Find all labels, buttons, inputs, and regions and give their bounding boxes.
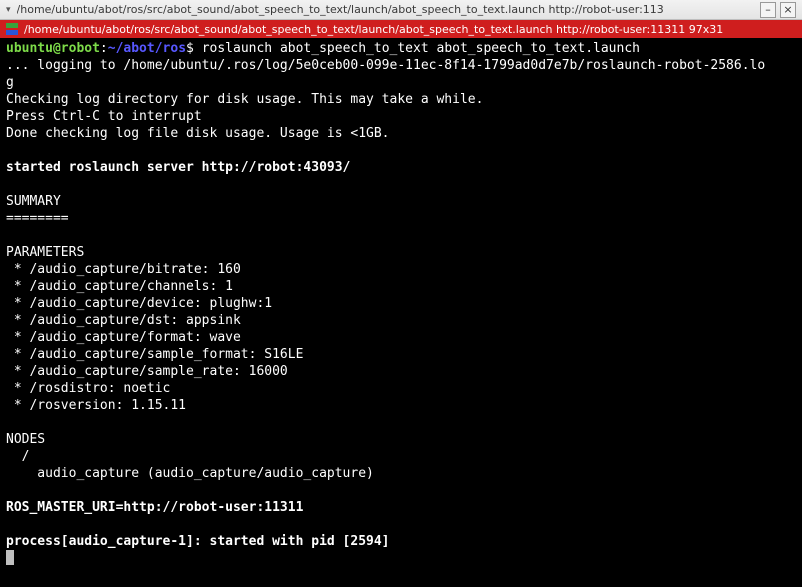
window-titlebar[interactable]: ▾ /home/ubuntu/abot/ros/src/abot_sound/a…	[0, 0, 802, 20]
window-title: /home/ubuntu/abot/ros/src/abot_sound/abo…	[17, 3, 756, 16]
param-line: * /audio_capture/sample_rate: 16000	[6, 364, 288, 379]
close-button[interactable]: ×	[780, 2, 796, 18]
nodes-header: NODES	[6, 432, 45, 447]
prompt-user: ubuntu@robot	[6, 41, 100, 56]
param-line: * /audio_capture/bitrate: 160	[6, 262, 241, 277]
param-line: * /audio_capture/dst: appsink	[6, 313, 241, 328]
param-line: * /rosdistro: noetic	[6, 381, 170, 396]
terminal-tab-icon	[6, 23, 18, 35]
nodes-entry: audio_capture (audio_capture/audio_captu…	[6, 466, 374, 481]
prompt-symbol: $	[186, 41, 194, 56]
output-line: Done checking log file disk usage. Usage…	[6, 126, 390, 141]
param-line: * /audio_capture/format: wave	[6, 330, 241, 345]
param-line: * /rosversion: 1.15.11	[6, 398, 186, 413]
command-text: roslaunch abot_speech_to_text abot_speec…	[202, 41, 640, 56]
output-line: g	[6, 75, 14, 90]
output-line: Checking log directory for disk usage. T…	[6, 92, 483, 107]
param-line: * /audio_capture/device: plughw:1	[6, 296, 272, 311]
tab-title: /home/ubuntu/abot/ros/src/abot_sound/abo…	[24, 23, 796, 36]
summary-header: SUMMARY	[6, 194, 61, 209]
cursor-icon	[6, 550, 14, 565]
process-line: process[audio_capture-1]: started with p…	[6, 534, 390, 549]
tab-titlebar[interactable]: /home/ubuntu/abot/ros/src/abot_sound/abo…	[0, 20, 802, 38]
minimize-button[interactable]: –	[760, 2, 776, 18]
terminal[interactable]: ubuntu@robot:~/abot/ros$ roslaunch abot_…	[0, 38, 802, 587]
window-menu-icon[interactable]: ▾	[6, 5, 11, 15]
parameters-header: PARAMETERS	[6, 245, 84, 260]
summary-rule: ========	[6, 211, 69, 226]
prompt-cwd: ~/abot/ros	[108, 41, 186, 56]
param-line: * /audio_capture/sample_format: S16LE	[6, 347, 303, 362]
nodes-slash: /	[6, 449, 29, 464]
prompt-sep: :	[100, 41, 108, 56]
ros-master-uri: ROS_MASTER_URI=http://robot-user:11311	[6, 500, 303, 515]
param-line: * /audio_capture/channels: 1	[6, 279, 233, 294]
output-line: started roslaunch server http://robot:43…	[6, 160, 350, 175]
output-line: Press Ctrl-C to interrupt	[6, 109, 202, 124]
output-line: ... logging to /home/ubuntu/.ros/log/5e0…	[6, 58, 765, 73]
